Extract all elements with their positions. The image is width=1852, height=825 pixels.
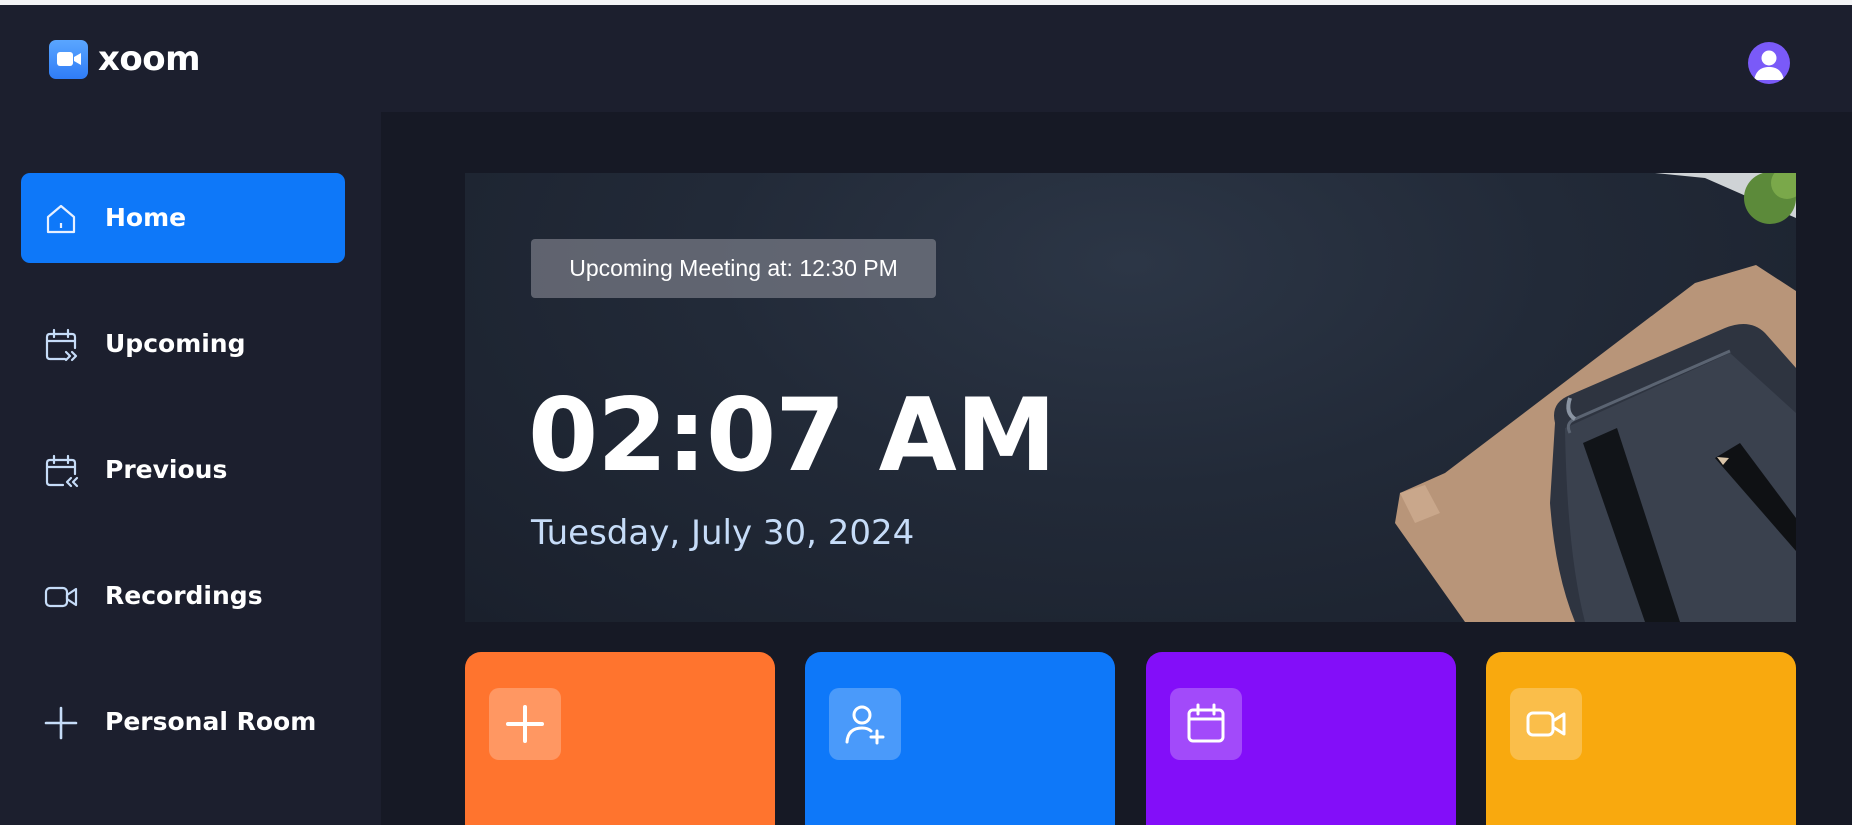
video-icon	[1510, 688, 1582, 760]
upcoming-meeting-badge: Upcoming Meeting at: 12:30 PM	[531, 239, 936, 298]
view-recordings-card[interactable]	[1486, 652, 1796, 825]
current-time: 02:07 AM	[528, 376, 1056, 494]
user-avatar-button[interactable]	[1748, 42, 1790, 84]
sidebar-item-label: Upcoming	[105, 329, 246, 358]
plus-icon	[489, 688, 561, 760]
logo[interactable]: xoom	[49, 39, 201, 79]
sidebar-item-home[interactable]: Home	[21, 173, 345, 263]
sidebar-item-recordings[interactable]: Recordings	[21, 551, 345, 641]
sidebar-item-label: Previous	[105, 455, 228, 484]
sidebar-item-upcoming[interactable]: Upcoming	[21, 299, 345, 389]
sidebar-item-label: Recordings	[105, 581, 263, 610]
sidebar-item-previous[interactable]: Previous	[21, 425, 345, 515]
app-name: xoom	[98, 39, 201, 79]
sidebar-item-personal-room[interactable]: Personal Room	[21, 677, 345, 767]
sidebar-item-label: Personal Room	[105, 707, 317, 736]
calendar-icon	[1170, 688, 1242, 760]
sidebar: Home Upcoming Previous Recordings Person…	[0, 112, 381, 825]
hero-banner: Upcoming Meeting at: 12:30 PM 02:07 AM T…	[465, 173, 1796, 622]
video-camera-logo-icon	[49, 39, 88, 79]
sidebar-item-label: Home	[105, 203, 187, 232]
join-meeting-card[interactable]	[805, 652, 1115, 825]
plus-icon	[44, 706, 78, 740]
user-icon	[1754, 50, 1784, 80]
top-navbar: xoom	[0, 5, 1852, 112]
current-date: Tuesday, July 30, 2024	[531, 513, 915, 553]
new-meeting-card[interactable]	[465, 652, 775, 825]
video-icon	[44, 586, 78, 608]
calendar-previous-icon	[45, 454, 79, 488]
home-icon	[46, 204, 76, 234]
schedule-meeting-card[interactable]	[1146, 652, 1456, 825]
calendar-upcoming-icon	[45, 328, 78, 362]
user-plus-icon	[829, 688, 901, 760]
